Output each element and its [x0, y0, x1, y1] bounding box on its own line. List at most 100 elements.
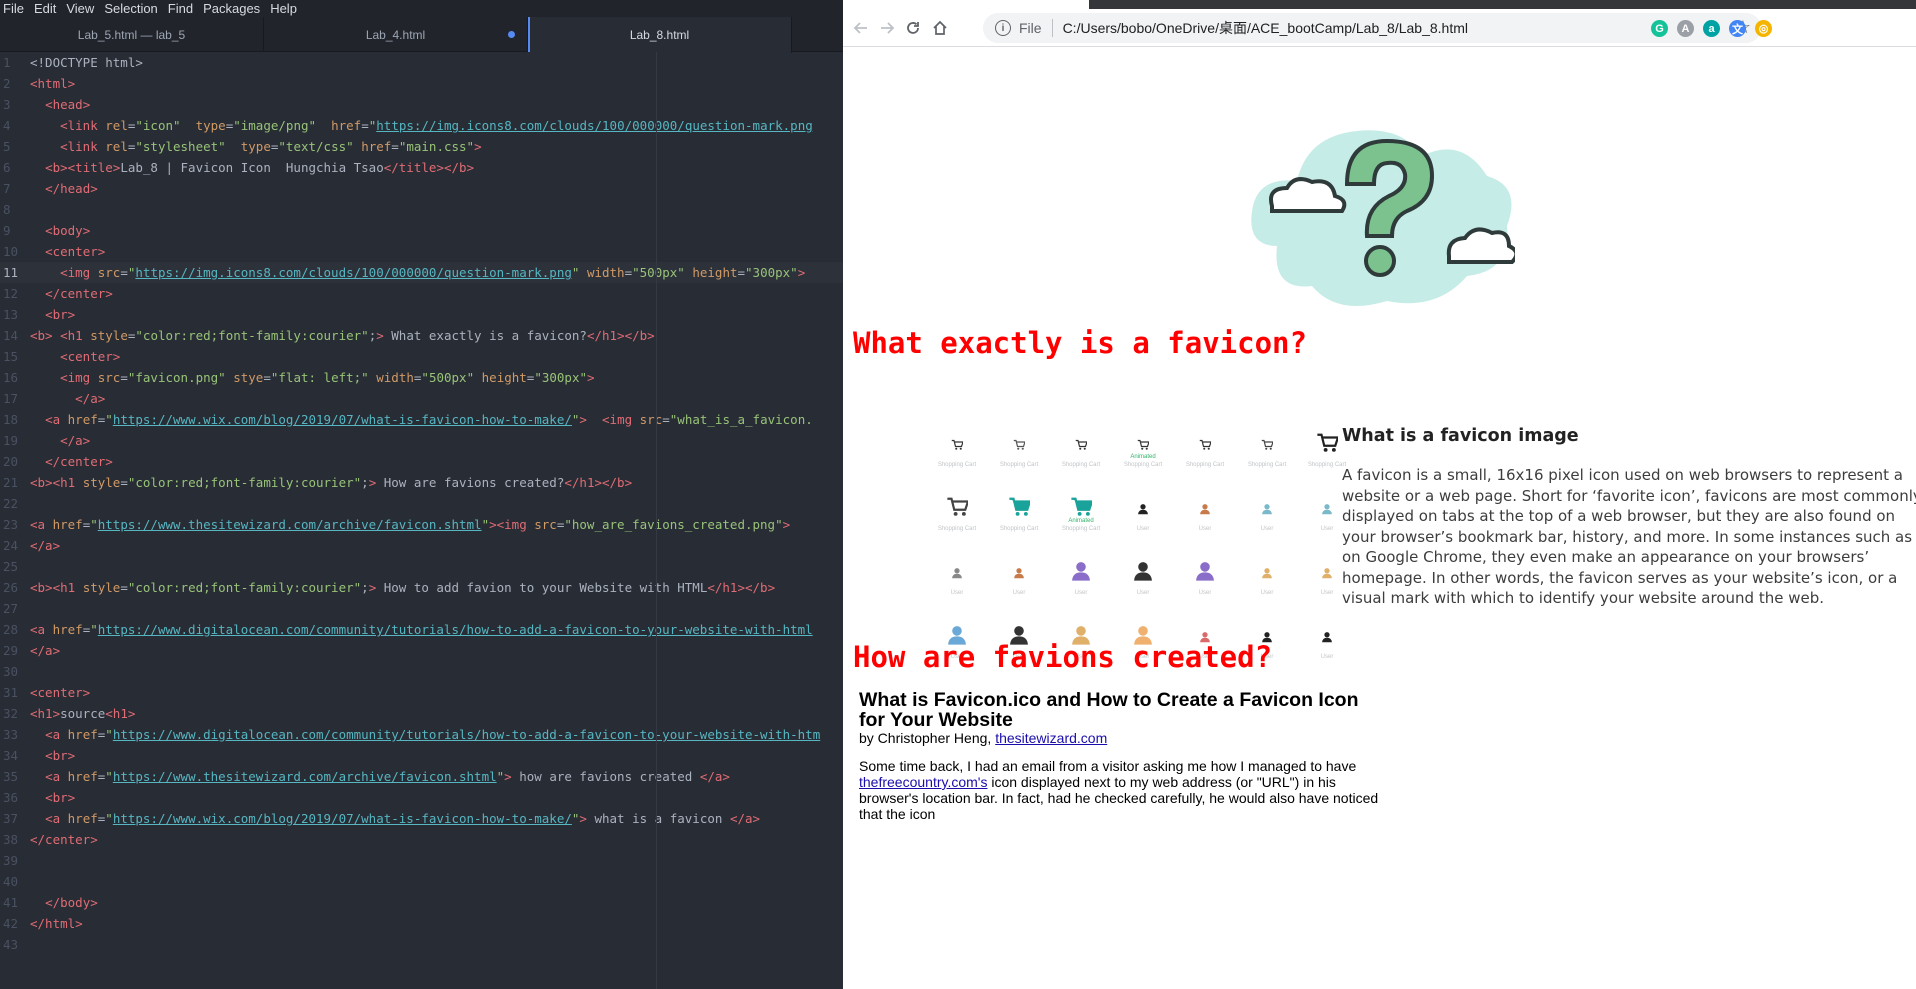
- favicon-example-cell: Shopping Cart: [1051, 428, 1111, 488]
- menu-file[interactable]: File: [2, 0, 30, 17]
- code-line[interactable]: 6 <b><title>Lab_8 | Favicon Icon Hungchi…: [0, 157, 843, 178]
- favicon-example-cell: User: [927, 556, 987, 616]
- line-number: 34: [3, 748, 19, 763]
- editor-tab[interactable]: Lab_8.html: [528, 17, 792, 53]
- line-number: 4: [3, 118, 11, 133]
- code-line[interactable]: 23 <a href="https://www.thesitewizard.com…: [0, 514, 843, 535]
- code-line[interactable]: 14 <b> <h1 style="color:red;font-family:c…: [0, 325, 843, 346]
- favicon-example-cell: User: [1175, 492, 1235, 552]
- code-line[interactable]: 39: [0, 850, 843, 871]
- code-line[interactable]: 15 <center>: [0, 346, 843, 367]
- code-line[interactable]: 25: [0, 556, 843, 577]
- favicon-example-caption: Shopping Cart: [1185, 462, 1225, 468]
- code-line[interactable]: 7 </head>: [0, 178, 843, 199]
- code-line[interactable]: 29 </a>: [0, 640, 843, 661]
- line-source: <b><title>Lab_8 | Favicon Icon Hungchia …: [45, 160, 475, 175]
- favicon-example-caption: User: [1320, 654, 1334, 660]
- favicon-info-block[interactable]: What is a favicon image A favicon is a s…: [1342, 426, 1916, 609]
- code-line[interactable]: 13 <br>: [0, 304, 843, 325]
- code-line[interactable]: 31 <center>: [0, 682, 843, 703]
- code-line[interactable]: 9 <body>: [0, 220, 843, 241]
- back-arrow-icon[interactable]: [849, 16, 873, 40]
- editor-tab[interactable]: Lab_4.html: [264, 17, 528, 52]
- shopping-cart-icon: [1316, 432, 1340, 454]
- line-source: <body>: [45, 223, 91, 238]
- google-translate-icon[interactable]: 文: [1729, 20, 1746, 37]
- address-bar[interactable]: i File C:/Users/bobo/OneDrive/桌面/ACE_boo…: [983, 13, 1761, 43]
- site-info-icon[interactable]: i: [995, 20, 1011, 36]
- translate-gray-icon[interactable]: A: [1677, 20, 1694, 37]
- code-line[interactable]: 38 </center>: [0, 829, 843, 850]
- code-line[interactable]: 5 <link rel="stylesheet" type="text/css"…: [0, 136, 843, 157]
- line-source: <a href="https://www.thesitewizard.com/a…: [45, 769, 730, 784]
- code-line[interactable]: 2 <html>: [0, 73, 843, 94]
- byline-link[interactable]: thesitewizard.com: [995, 730, 1107, 746]
- code-line[interactable]: 37 <a href="https://www.wix.com/blog/201…: [0, 808, 843, 829]
- code-line[interactable]: 1 <!DOCTYPE html>: [0, 52, 843, 73]
- code-line[interactable]: 4 <link rel="icon" type="image/png" href…: [0, 115, 843, 136]
- code-line[interactable]: 43: [0, 934, 843, 955]
- code-line[interactable]: 40: [0, 871, 843, 892]
- line-number: 33: [3, 727, 19, 742]
- menu-packages[interactable]: Packages: [202, 0, 266, 17]
- home-icon[interactable]: [928, 16, 952, 40]
- code-line[interactable]: 3 <head>: [0, 94, 843, 115]
- line-source: <img src="https://img.icons8.com/clouds/…: [60, 265, 806, 280]
- code-line[interactable]: 17 </a>: [0, 388, 843, 409]
- line-number: 5: [3, 139, 11, 154]
- code-line[interactable]: 32 <h1>source<h1>: [0, 703, 843, 724]
- favicon-example-caption: Shopping Cart: [1061, 526, 1101, 532]
- code-line[interactable]: 33 <a href="https://www.digitalocean.com…: [0, 724, 843, 745]
- code-line[interactable]: 28 <a href="https://www.digitalocean.com/…: [0, 619, 843, 640]
- code-line[interactable]: 27: [0, 598, 843, 619]
- user-icon: [1261, 564, 1273, 579]
- line-source: <link rel="stylesheet" type="text/css" h…: [60, 139, 482, 154]
- code-line[interactable]: 26 <b><h1 style="color:red;font-family:co…: [0, 577, 843, 598]
- code-line[interactable]: 36 <br>: [0, 787, 843, 808]
- code-line[interactable]: 18 <a href="https://www.wix.com/blog/201…: [0, 409, 843, 430]
- browser-toolbar: i File C:/Users/bobo/OneDrive/桌面/ACE_boo…: [843, 9, 1916, 47]
- reload-icon[interactable]: [901, 16, 925, 40]
- code-line[interactable]: 21 <b><h1 style="color:red;font-family:co…: [0, 472, 843, 493]
- code-line[interactable]: 22: [0, 493, 843, 514]
- menu-find[interactable]: Find: [167, 0, 199, 17]
- code-line[interactable]: 12 </center>: [0, 283, 843, 304]
- menu-selection[interactable]: Selection: [103, 0, 163, 17]
- favicon-info-paragraph: A favicon is a small, 16x16 pixel icon u…: [1342, 466, 1916, 607]
- amazon-icon[interactable]: a: [1703, 20, 1720, 37]
- url-text[interactable]: C:/Users/bobo/OneDrive/桌面/ACE_bootCamp/L…: [1063, 18, 1468, 38]
- code-line[interactable]: 16 <img src="favicon.png" stye="flat: le…: [0, 367, 843, 388]
- code-line[interactable]: 10 <center>: [0, 241, 843, 262]
- line-number: 19: [3, 433, 19, 448]
- code-line[interactable]: 11 <img src="https://img.icons8.com/clou…: [0, 262, 843, 283]
- code-area[interactable]: 1 <!DOCTYPE html> 2 <html> 3 <head> 4 <link r…: [0, 52, 843, 989]
- menu-help[interactable]: Help: [269, 0, 303, 17]
- favicon-article-image[interactable]: What is Favicon.ico and How to Create a …: [859, 690, 1389, 822]
- forward-arrow-icon[interactable]: [875, 16, 899, 40]
- menu-view[interactable]: View: [65, 0, 100, 17]
- code-line[interactable]: 20 </center>: [0, 451, 843, 472]
- code-line[interactable]: 41 </body>: [0, 892, 843, 913]
- code-line[interactable]: 30: [0, 661, 843, 682]
- menu-edit[interactable]: Edit: [33, 0, 62, 17]
- code-line[interactable]: 24 </a>: [0, 535, 843, 556]
- modified-dot-icon: [508, 31, 515, 38]
- code-line[interactable]: 19 </a>: [0, 430, 843, 451]
- user-icon: [1070, 560, 1092, 582]
- code-line[interactable]: 42 </html>: [0, 913, 843, 934]
- editor-tab[interactable]: Lab_5.html — lab_5: [0, 17, 264, 52]
- line-number: 30: [3, 664, 19, 679]
- code-line[interactable]: 8: [0, 199, 843, 220]
- shopping-cart-icon: [1137, 436, 1150, 450]
- editor-tab-label: Lab_8.html: [629, 28, 690, 42]
- shopping-cart-icon: [1075, 436, 1088, 450]
- code-line[interactable]: 35 <a href="https://www.thesitewizard.co…: [0, 766, 843, 787]
- favicon-example-cell: User: [1237, 492, 1297, 552]
- line-source: </body>: [45, 895, 98, 910]
- code-line[interactable]: 34 <br>: [0, 745, 843, 766]
- yellow-extension-icon[interactable]: ◎: [1755, 20, 1772, 37]
- line-number: 42: [3, 916, 19, 931]
- grammarly-icon[interactable]: G: [1651, 20, 1668, 37]
- article-body-link[interactable]: thefreecountry.com's: [859, 774, 987, 790]
- shopping-cart-icon: [1199, 436, 1212, 450]
